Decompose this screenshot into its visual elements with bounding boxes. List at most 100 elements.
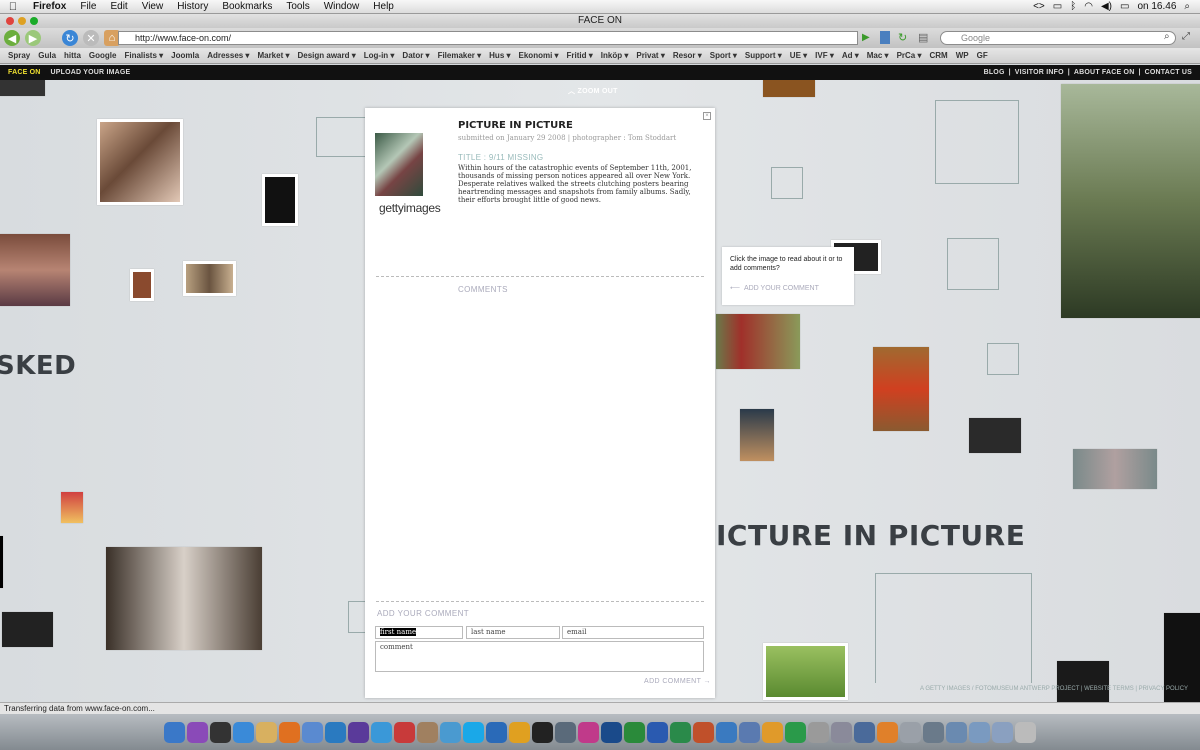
bookmark-item[interactable]: Support ▾	[741, 51, 786, 60]
bookmark-item[interactable]: Dator ▾	[398, 51, 433, 60]
bookmark-item[interactable]: Finalists ▾	[120, 51, 167, 60]
photo-thumb[interactable]	[873, 347, 929, 431]
vmware-icon[interactable]	[555, 721, 576, 743]
ical-icon[interactable]	[394, 721, 415, 743]
blog-link[interactable]: BLOG	[984, 69, 1005, 76]
last-name-field[interactable]: last name	[466, 626, 560, 639]
forward-icon[interactable]: ▶	[25, 30, 41, 46]
photo-thumb[interactable]	[763, 643, 848, 700]
close-window-icon[interactable]	[6, 17, 14, 25]
bookmark-item[interactable]: IVF ▾	[811, 51, 838, 60]
bookmark-item[interactable]: Design award ▾	[293, 51, 359, 60]
photo-thumb[interactable]	[0, 536, 3, 588]
bookmark-item[interactable]: PrCa ▾	[893, 51, 926, 60]
photo-thumb[interactable]	[130, 269, 154, 301]
word-icon[interactable]	[647, 721, 668, 743]
menu-window[interactable]: Window	[317, 1, 367, 12]
bookmark-item[interactable]: CRM	[925, 51, 951, 60]
script-icon[interactable]	[808, 721, 829, 743]
zoom-window-icon[interactable]	[30, 17, 38, 25]
photo-thumb[interactable]	[763, 80, 815, 97]
migrate-icon[interactable]	[923, 721, 944, 743]
wifi-icon[interactable]: ◠	[1084, 1, 1093, 12]
menu-edit[interactable]: Edit	[103, 1, 134, 12]
close-icon[interactable]: ×	[703, 112, 711, 120]
numbers-icon[interactable]	[785, 721, 806, 743]
photo-thumb[interactable]	[1057, 661, 1109, 702]
search-icon[interactable]: ⌕	[1164, 31, 1170, 42]
refresh-alt-icon[interactable]: ↻	[898, 31, 907, 44]
tip-add-comment-link[interactable]: ⟵ ADD YOUR COMMENT	[730, 284, 819, 293]
menu-history[interactable]: History	[170, 1, 215, 12]
photo-thumb[interactable]	[262, 174, 298, 226]
go-icon[interactable]: ▶	[862, 32, 870, 43]
imovie-icon[interactable]	[348, 721, 369, 743]
display-icon[interactable]: ▭	[1053, 1, 1062, 12]
menu-firefox[interactable]: Firefox	[26, 1, 73, 12]
photo-thumb[interactable]	[969, 418, 1021, 453]
stop-icon[interactable]: ✕	[83, 30, 99, 46]
footer-credits[interactable]: A GETTY IMAGES / FOTOMUSEUM ANTWERP PROJ…	[920, 686, 1188, 692]
reload-icon[interactable]: ↻	[62, 30, 78, 46]
excel-icon[interactable]	[670, 721, 691, 743]
spotlight-icon[interactable]: ⌕	[1184, 1, 1190, 12]
bookmark-item[interactable]: Ad ▾	[838, 51, 863, 60]
trash-icon[interactable]	[1015, 721, 1036, 743]
bookmark-sidebar-icon[interactable]	[880, 31, 890, 44]
bookmark-item[interactable]: Google	[85, 51, 121, 60]
contact-link[interactable]: CONTACT US	[1145, 69, 1192, 76]
bookmark-item[interactable]: Sport ▾	[706, 51, 741, 60]
firefox-icon[interactable]	[279, 721, 300, 743]
itunes-icon[interactable]	[371, 721, 392, 743]
minimize-window-icon[interactable]	[18, 17, 26, 25]
volume-icon[interactable]: ◀)	[1101, 1, 1112, 12]
bookmark-item[interactable]: WP	[952, 51, 973, 60]
bookmark-item[interactable]: Hus ▾	[485, 51, 514, 60]
bookmark-item[interactable]: Privat ▾	[632, 51, 668, 60]
site-brand[interactable]: FACE ON	[8, 69, 41, 76]
search-input[interactable]: Google	[940, 31, 1176, 45]
photo-thumb[interactable]	[2, 612, 53, 647]
photo-thumb[interactable]	[0, 234, 70, 306]
apple-icon[interactable]: 	[0, 1, 26, 13]
bookmark-item[interactable]: Joomla	[167, 51, 203, 60]
finder-icon[interactable]	[164, 721, 185, 743]
menu-view[interactable]: View	[135, 1, 171, 12]
mail-icon[interactable]	[302, 721, 323, 743]
qt-icon[interactable]	[486, 721, 507, 743]
email-field[interactable]: email	[562, 626, 704, 639]
zoom-icon[interactable]: ⤢	[1182, 31, 1190, 42]
dreamweaver-icon[interactable]	[624, 721, 645, 743]
menubar-clock[interactable]: on 16.46	[1137, 1, 1176, 12]
db-icon[interactable]	[831, 721, 852, 743]
photo-thumb[interactable]	[106, 547, 262, 650]
about-link[interactable]: ABOUT FACE ON	[1074, 69, 1135, 76]
bookmark-item[interactable]: UE ▾	[786, 51, 811, 60]
zoom-out-link[interactable]: ︿ ZOOM OUT	[568, 86, 618, 96]
preview-icon[interactable]	[440, 721, 461, 743]
folder2-icon[interactable]	[969, 721, 990, 743]
safari-icon[interactable]	[233, 721, 254, 743]
upload-link[interactable]: UPLOAD YOUR IMAGE	[51, 69, 131, 76]
filemaker-icon[interactable]	[854, 721, 875, 743]
bookmark-item[interactable]: Spray	[4, 51, 34, 60]
comment-field[interactable]: comment	[375, 641, 704, 672]
bookmark-item[interactable]: GF	[973, 51, 992, 60]
bookmark-item[interactable]: Market ▾	[253, 51, 293, 60]
menu-bookmarks[interactable]: Bookmarks	[215, 1, 279, 12]
photo-thumb[interactable]	[61, 492, 83, 523]
photos-icon[interactable]	[325, 721, 346, 743]
skype-icon[interactable]	[463, 721, 484, 743]
chrome-icon[interactable]	[509, 721, 530, 743]
photo-thumb[interactable]	[183, 261, 236, 296]
vlc-icon[interactable]	[877, 721, 898, 743]
bookmark-item[interactable]: Adresses ▾	[203, 51, 253, 60]
bookmark-item[interactable]: Resor ▾	[669, 51, 706, 60]
bluetooth-icon[interactable]: ᛒ	[1070, 1, 1076, 12]
battery-icon[interactable]: ▭	[1120, 1, 1129, 12]
help-icon[interactable]	[900, 721, 921, 743]
first-name-field[interactable]: first name	[375, 626, 463, 639]
menu-help[interactable]: Help	[366, 1, 401, 12]
visitor-info-link[interactable]: VISITOR INFO	[1015, 69, 1064, 76]
add-comment-button[interactable]: ADD COMMENT →	[644, 678, 711, 685]
